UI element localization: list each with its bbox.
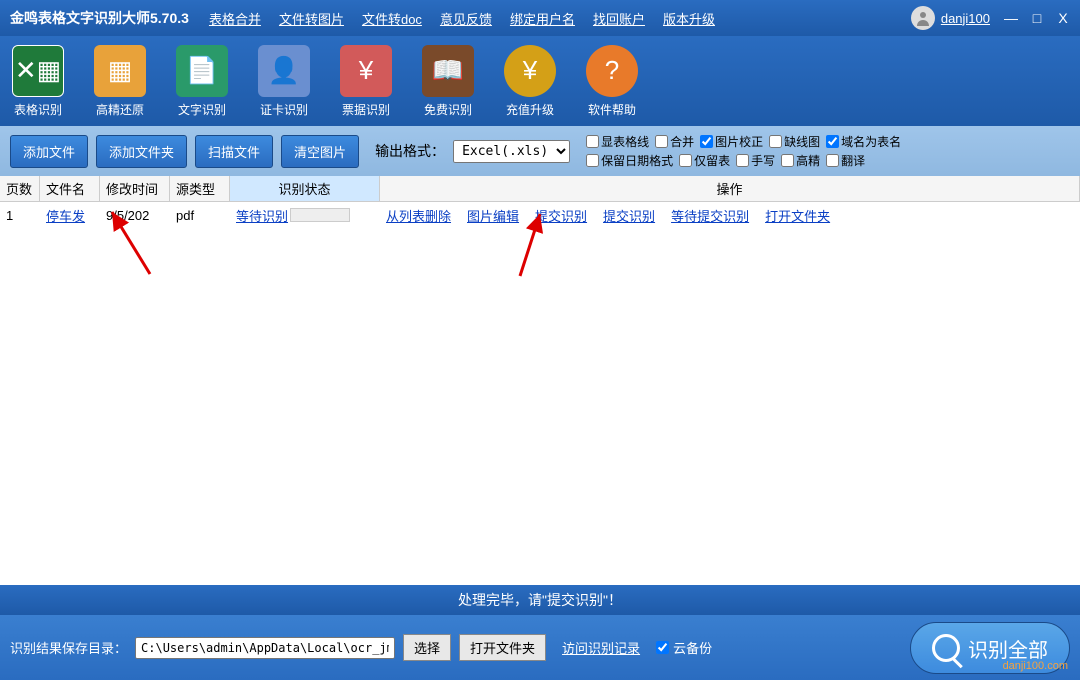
cell-time: 9/5/202 xyxy=(100,205,170,226)
tab-receipt[interactable]: ¥票据识别 xyxy=(340,42,392,120)
user-area: danji100 xyxy=(911,6,990,30)
tab-id-card[interactable]: 👤证卡识别 xyxy=(258,42,310,120)
top-links: 表格合并 文件转图片 文件转doc 意见反馈 绑定用户名 找回账户 版本升级 xyxy=(209,9,911,28)
window-controls: — □ X xyxy=(1000,7,1074,29)
col-modtime[interactable]: 修改时间 xyxy=(100,176,170,201)
scan-button[interactable]: 扫描文件 xyxy=(195,135,273,168)
save-dir-label: 识别结果保存目录： xyxy=(10,638,127,657)
progress-bar xyxy=(290,208,350,222)
cell-pages: 1 xyxy=(0,205,40,226)
minimize-button[interactable]: — xyxy=(1000,7,1022,29)
grid-header: 页数 文件名 修改时间 源类型 识别状态 操作 xyxy=(0,176,1080,202)
status-bar: 处理完毕，请"提交识别"！ xyxy=(0,585,1080,615)
op-submit-1[interactable]: 提交识别 xyxy=(535,206,587,225)
col-status[interactable]: 识别状态 xyxy=(230,176,380,201)
link-bind-user[interactable]: 绑定用户名 xyxy=(510,9,575,28)
tab-table-ocr[interactable]: ✕▦表格识别 xyxy=(12,42,64,120)
open-dir-button[interactable]: 打开文件夹 xyxy=(459,634,546,661)
cell-filename[interactable]: 停车发 xyxy=(40,203,100,228)
excel-icon: ✕▦ xyxy=(12,45,64,97)
op-open-folder[interactable]: 打开文件夹 xyxy=(765,206,830,225)
check-翻译[interactable]: 翻译 xyxy=(826,152,865,169)
check-缺线图[interactable]: 缺线图 xyxy=(769,133,820,150)
save-dir-input[interactable] xyxy=(135,637,395,659)
history-link[interactable]: 访问识别记录 xyxy=(562,638,640,657)
book-icon: 📖 xyxy=(422,45,474,97)
status-message: 处理完毕，请"提交识别"！ xyxy=(458,590,622,610)
tab-recharge[interactable]: ¥充值升级 xyxy=(504,42,556,120)
close-button[interactable]: X xyxy=(1052,7,1074,29)
add-folder-button[interactable]: 添加文件夹 xyxy=(96,135,187,168)
help-icon: ? xyxy=(586,45,638,97)
magnifier-icon xyxy=(932,634,960,662)
link-to-image[interactable]: 文件转图片 xyxy=(279,9,344,28)
link-recover[interactable]: 找回账户 xyxy=(593,9,645,28)
cell-operations: 从列表删除 图片编辑 提交识别 提交识别 等待提交识别 打开文件夹 xyxy=(380,203,1080,228)
options-checkboxes: 显表格线合并图片校正缺线图域名为表名 保留日期格式仅留表手写高精翻译 xyxy=(586,133,901,169)
recognize-all-button[interactable]: 识别全部 xyxy=(910,622,1070,674)
id-card-icon: 👤 xyxy=(258,45,310,97)
title-bar: 金鸣表格文字识别大师5.70.3 表格合并 文件转图片 文件转doc 意见反馈 … xyxy=(0,0,1080,36)
maximize-button[interactable]: □ xyxy=(1026,7,1048,29)
col-operation[interactable]: 操作 xyxy=(380,176,1080,201)
link-upgrade[interactable]: 版本升级 xyxy=(663,9,715,28)
check-保留日期格式[interactable]: 保留日期格式 xyxy=(586,152,673,169)
link-to-doc[interactable]: 文件转doc xyxy=(362,9,422,28)
op-edit-image[interactable]: 图片编辑 xyxy=(467,206,519,225)
add-file-button[interactable]: 添加文件 xyxy=(10,135,88,168)
op-submit-2[interactable]: 提交识别 xyxy=(603,206,655,225)
cell-status: 等待识别 xyxy=(230,203,380,228)
grid-icon: ▦ xyxy=(94,45,146,97)
check-手写[interactable]: 手写 xyxy=(736,152,775,169)
tab-free[interactable]: 📖免费识别 xyxy=(422,42,474,120)
cloud-backup-check[interactable]: 云备份 xyxy=(656,638,712,657)
receipt-icon: ¥ xyxy=(340,45,392,97)
check-高精[interactable]: 高精 xyxy=(781,152,820,169)
avatar-icon[interactable] xyxy=(911,6,935,30)
check-显表格线[interactable]: 显表格线 xyxy=(586,133,649,150)
table-row[interactable]: 1 停车发 9/5/202 pdf 等待识别 从列表删除 图片编辑 提交识别 提… xyxy=(0,202,1080,228)
col-source[interactable]: 源类型 xyxy=(170,176,230,201)
select-dir-button[interactable]: 选择 xyxy=(403,634,451,661)
check-域名为表名[interactable]: 域名为表名 xyxy=(826,133,901,150)
check-仅留表[interactable]: 仅留表 xyxy=(679,152,730,169)
clear-button[interactable]: 清空图片 xyxy=(281,135,359,168)
cell-source: pdf xyxy=(170,205,230,226)
tab-text-ocr[interactable]: 📄文字识别 xyxy=(176,42,228,120)
op-remove[interactable]: 从列表删除 xyxy=(386,206,451,225)
output-format-label: 输出格式： xyxy=(375,141,445,161)
file-grid: 页数 文件名 修改时间 源类型 识别状态 操作 1 停车发 9/5/202 pd… xyxy=(0,176,1080,585)
action-bar: 添加文件 添加文件夹 扫描文件 清空图片 输出格式： Excel(.xls) 显… xyxy=(0,126,1080,176)
coin-icon: ¥ xyxy=(504,45,556,97)
check-合并[interactable]: 合并 xyxy=(655,133,694,150)
col-filename[interactable]: 文件名 xyxy=(40,176,100,201)
tab-help[interactable]: ?软件帮助 xyxy=(586,42,638,120)
check-图片校正[interactable]: 图片校正 xyxy=(700,133,763,150)
link-feedback[interactable]: 意见反馈 xyxy=(440,9,492,28)
link-merge[interactable]: 表格合并 xyxy=(209,9,261,28)
tab-high-precision[interactable]: ▦高精还原 xyxy=(94,42,146,120)
footer-bar: 识别结果保存目录： 选择 打开文件夹 访问识别记录 云备份 识别全部 danji… xyxy=(0,615,1080,680)
username[interactable]: danji100 xyxy=(941,11,990,26)
col-pages[interactable]: 页数 xyxy=(0,176,40,201)
app-title: 金鸣表格文字识别大师5.70.3 xyxy=(10,8,189,28)
document-icon: 📄 xyxy=(176,45,228,97)
op-wait-submit[interactable]: 等待提交识别 xyxy=(671,206,749,225)
output-format-select[interactable]: Excel(.xls) xyxy=(453,140,570,163)
main-toolbar: ✕▦表格识别 ▦高精还原 📄文字识别 👤证卡识别 ¥票据识别 📖免费识别 ¥充值… xyxy=(0,36,1080,126)
